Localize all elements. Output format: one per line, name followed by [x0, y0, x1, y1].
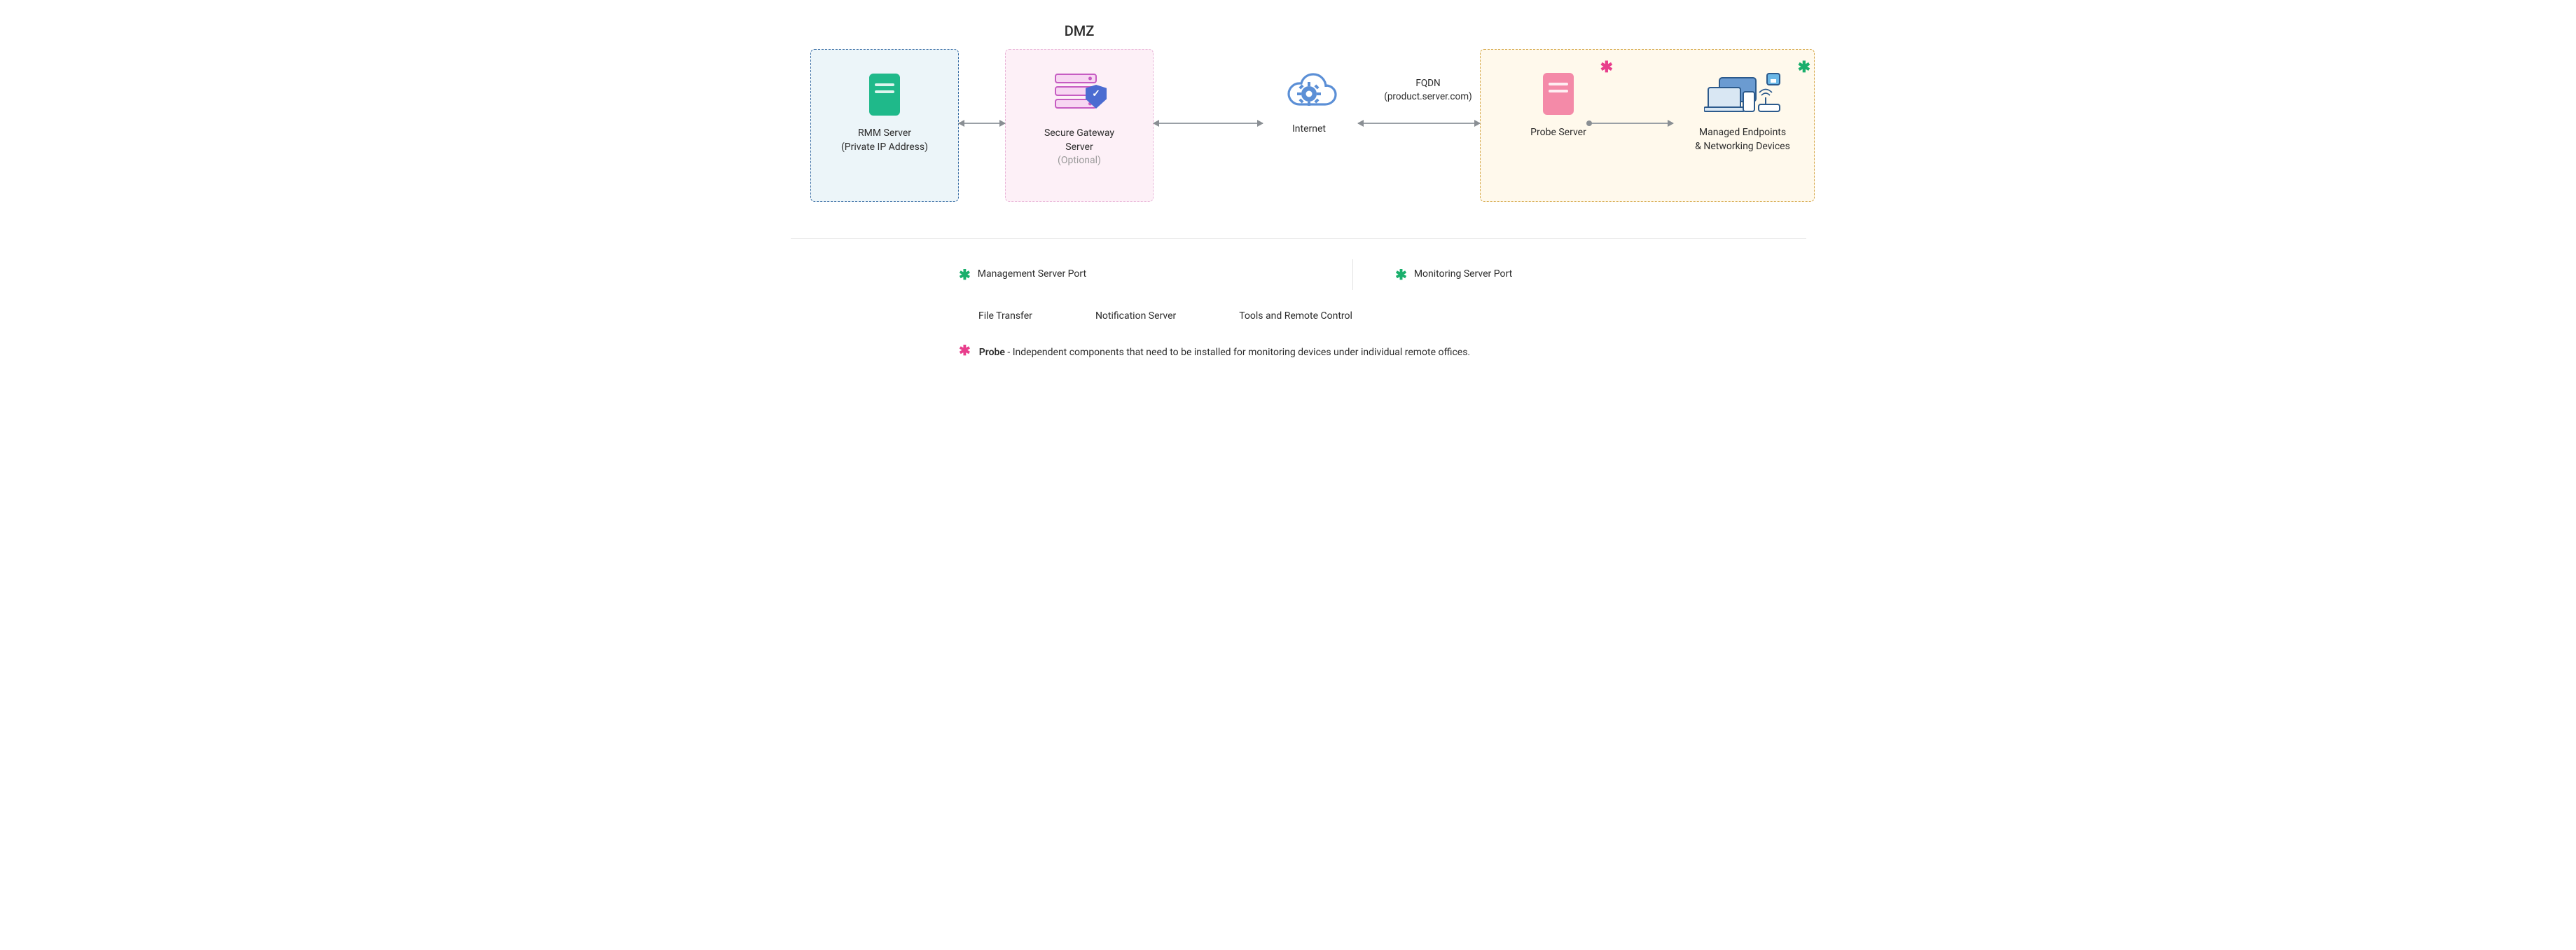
rmm-label-2: (Private IP Address) — [811, 141, 958, 155]
legend-file-transfer: File Transfer — [978, 310, 1032, 324]
separator — [1352, 259, 1353, 290]
sgs-label-2: Server — [1006, 141, 1153, 155]
asterisk-icon: ✱ — [1600, 60, 1613, 76]
arrow-bidir-icon — [1358, 123, 1480, 124]
devices-column: ✱ Managed Endpoints & Networking Devices — [1670, 49, 1815, 202]
zone-rmm: RMM Server (Private IP Address) — [810, 49, 959, 202]
arrow-bidir-icon — [959, 123, 1005, 124]
legend-tools-remote: Tools and Remote Control — [1239, 310, 1352, 324]
rmm-label-1: RMM Server — [811, 127, 958, 141]
legend-management-port: Management Server Port — [978, 268, 1086, 282]
server-icon — [811, 69, 958, 120]
arrow-bidir-icon — [1154, 123, 1263, 124]
legend-notification-server: Notification Server — [1095, 310, 1176, 324]
probe-label: Probe Server — [1488, 126, 1628, 140]
cloud-gear-icon — [1278, 69, 1340, 112]
devices-label-1: Managed Endpoints — [1670, 126, 1815, 140]
asterisk-icon: ✱ — [959, 268, 971, 282]
asterisk-icon: ✱ — [1798, 60, 1810, 76]
arrow-dot-icon — [1589, 123, 1673, 124]
zone-dmz: Secure Gateway Server (Optional) — [1005, 49, 1154, 202]
sgs-label-1: Secure Gateway — [1006, 127, 1153, 141]
legend: ✱ Management Server Port ✱ Monitoring Se… — [959, 259, 1785, 359]
secure-gateway-icon — [1006, 69, 1153, 120]
devices-label-2: & Networking Devices — [1670, 140, 1815, 154]
dmz-title: DMZ — [1005, 21, 1154, 41]
legend-monitoring-port: Monitoring Server Port — [1414, 268, 1512, 282]
legend-probe-note: Probe - Independent components that need… — [979, 346, 1470, 360]
asterisk-icon: ✱ — [1395, 268, 1407, 282]
divider — [791, 238, 1806, 239]
sgs-optional: (Optional) — [1006, 154, 1153, 168]
asterisk-icon: ✱ — [959, 343, 971, 357]
probe-column: ✱ Probe Server — [1488, 49, 1628, 202]
devices-icon — [1670, 69, 1815, 119]
fqdn-label: FQDN (product.server.com) — [1376, 77, 1481, 104]
architecture-diagram: DMZ RMM Server (Private IP Address) Secu… — [749, 0, 1827, 392]
